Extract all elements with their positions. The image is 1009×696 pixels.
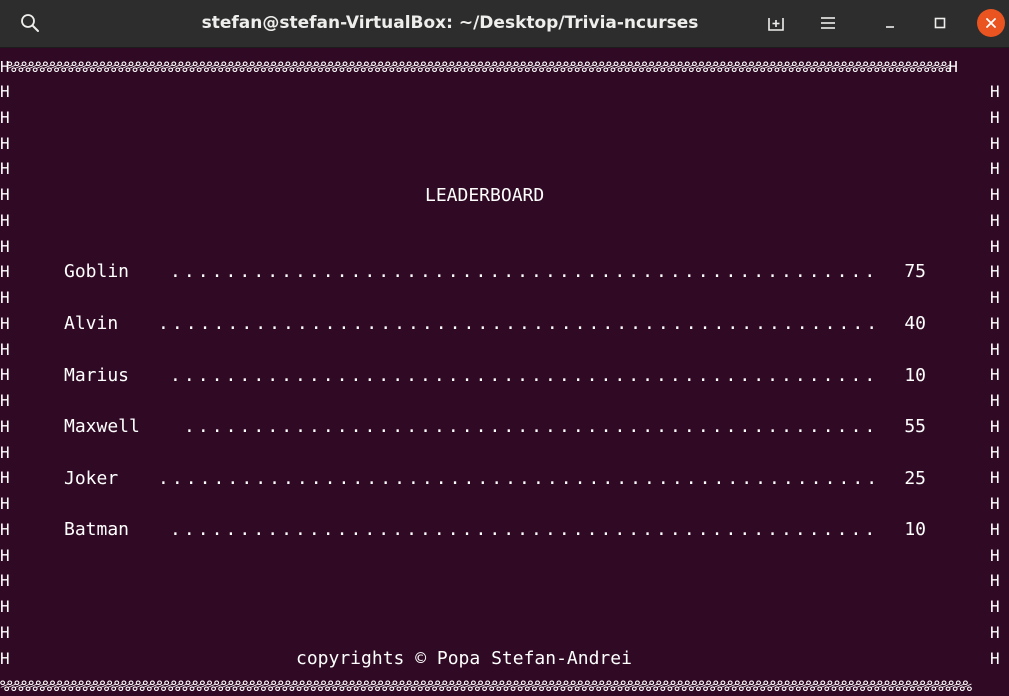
minimize-button[interactable] <box>874 8 906 38</box>
right-border-char: H <box>990 237 1000 256</box>
close-button[interactable] <box>977 9 1005 37</box>
right-border-char: H <box>990 623 1000 642</box>
minimize-icon <box>886 26 894 28</box>
left-border-char: H <box>0 288 10 307</box>
leaderboard-title: LEADERBOARD <box>425 185 545 206</box>
dot-leader: ........................................… <box>158 313 882 334</box>
left-border-char: H <box>0 82 10 101</box>
left-border-char: H <box>0 443 10 462</box>
right-border-char: H <box>990 597 1000 616</box>
leaderboard-entry: Joker ..................................… <box>64 466 930 492</box>
right-border-char: H <box>990 134 1000 153</box>
left-border-char: H <box>0 134 10 153</box>
right-border-char: H <box>990 520 1000 539</box>
left-border-char: H <box>0 391 10 410</box>
left-border-char: H <box>0 494 10 513</box>
right-border-char: H <box>990 314 1000 333</box>
right-border-char: H <box>990 649 1000 668</box>
right-border-char: H <box>990 546 1000 565</box>
left-border-char: H <box>0 108 10 127</box>
leaderboard-entry: Batman .................................… <box>64 517 930 543</box>
right-border-char: H <box>990 82 1000 101</box>
left-border-char: H <box>0 597 10 616</box>
left-border-char: H <box>0 314 10 333</box>
leaderboard-entry: Maxwell ................................… <box>64 414 930 440</box>
player-score: 55 <box>904 416 926 437</box>
window-title: stefan@stefan-VirtualBox: ~/Desktop/Triv… <box>201 13 699 33</box>
left-border-char: H <box>0 571 10 590</box>
dot-leader: ........................................… <box>170 519 882 540</box>
border-bottom: %%%%%%%%%%%%%%%%%%%%%%%%%%%%%%%%%%%%%%%%… <box>0 677 972 695</box>
terminal-window: stefan@stefan-VirtualBox: ~/Desktop/Triv… <box>0 0 1009 696</box>
player-score: 25 <box>904 468 926 489</box>
maximize-icon <box>934 17 946 29</box>
left-border-char: H <box>0 417 10 436</box>
dot-leader: ........................................… <box>170 261 882 282</box>
right-border-char: H <box>990 443 1000 462</box>
border-top: H%%%%%%%%%%%%%%%%%%%%%%%%%%%%%%%%%%%%%%%… <box>0 58 958 76</box>
close-icon <box>986 18 996 28</box>
right-border-char: H <box>990 365 1000 384</box>
left-border-char: H <box>0 185 10 204</box>
left-border-char: H <box>0 365 10 384</box>
player-name: Maxwell <box>64 416 140 437</box>
right-border-char: H <box>990 262 1000 281</box>
search-icon <box>21 14 39 32</box>
copyright-text: copyrights © Popa Stefan-Andrei <box>296 648 632 669</box>
leaderboard-entry: Goblin .................................… <box>64 259 930 285</box>
left-border-char: H <box>0 262 10 281</box>
leaderboard-entry: Marius .................................… <box>64 363 930 389</box>
dot-leader: ........................................… <box>158 468 882 489</box>
right-border-char: H <box>990 571 1000 590</box>
left-border-char: H <box>0 649 10 668</box>
left-border-char: H <box>0 546 10 565</box>
right-border-char: H <box>990 417 1000 436</box>
right-border-char: H <box>990 108 1000 127</box>
right-border-char: H <box>990 185 1000 204</box>
player-score: 10 <box>904 519 926 540</box>
player-name: Alvin <box>64 313 119 334</box>
menu-button[interactable] <box>812 8 844 38</box>
player-name: Marius <box>64 365 130 386</box>
left-border-char: H <box>0 211 10 230</box>
right-border-char: H <box>990 494 1000 513</box>
player-name: Goblin <box>64 261 130 282</box>
left-border-char: H <box>0 468 10 487</box>
title-bar[interactable]: stefan@stefan-VirtualBox: ~/Desktop/Triv… <box>0 0 1009 48</box>
right-border-char: H <box>990 159 1000 178</box>
new-tab-icon <box>768 18 784 31</box>
left-border-char: H <box>0 623 10 642</box>
new-tab-button[interactable] <box>760 8 792 38</box>
right-border-char: H <box>990 391 1000 410</box>
search-button[interactable] <box>14 8 46 38</box>
right-border-char: H <box>990 288 1000 307</box>
hamburger-menu-icon <box>821 17 835 29</box>
player-name: Joker <box>64 468 119 489</box>
dot-leader: ........................................… <box>184 416 882 437</box>
left-border-char: H <box>0 340 10 359</box>
left-border-char: H <box>0 159 10 178</box>
left-border-char: H <box>0 237 10 256</box>
dot-leader: ........................................… <box>170 365 882 386</box>
right-border-char: H <box>990 340 1000 359</box>
player-name: Batman <box>64 519 130 540</box>
player-score: 10 <box>904 365 926 386</box>
maximize-button[interactable] <box>924 8 956 38</box>
right-border-char: H <box>990 211 1000 230</box>
player-score: 75 <box>904 261 926 282</box>
right-border-char: H <box>990 468 1000 487</box>
left-border-char: H <box>0 520 10 539</box>
leaderboard-entry: Alvin ..................................… <box>64 311 930 337</box>
player-score: 40 <box>904 313 926 334</box>
